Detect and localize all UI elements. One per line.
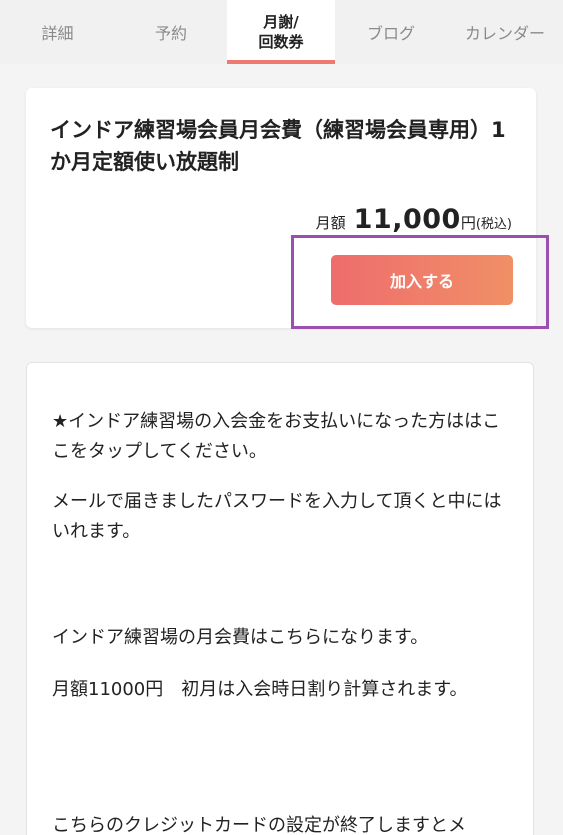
tab-calendar-label: カレンダー xyxy=(464,24,545,43)
plan-price: 月額 11,000 円 (税込) xyxy=(316,204,512,235)
tab-details[interactable]: 詳細 xyxy=(0,0,115,64)
tab-reservation[interactable]: 予約 xyxy=(115,0,227,64)
plan-title: インドア練習場会員月会費（練習場会員専用）1か月定額使い放題制 xyxy=(50,118,506,174)
tab-blog[interactable]: ブログ xyxy=(335,0,447,64)
description-paragraph-2: メールで届きましたパスワードを入力して頂くと中にはいれます。 xyxy=(52,491,502,542)
plan-card: インドア練習場会員月会費（練習場会員専用）1か月定額使い放題制 月額 11,00… xyxy=(26,88,536,328)
description-paragraph-4: 月額11000円 初月は入会時日割り計算されます。 xyxy=(52,679,468,700)
tab-monthly-tickets[interactable]: 月謝/ 回数券 xyxy=(227,0,335,64)
tab-details-label: 詳細 xyxy=(41,24,74,43)
price-unit: 円 xyxy=(460,214,476,232)
description-paragraph-3: インドア練習場の月会費はこちらになります。 xyxy=(52,627,429,648)
page: 詳細 予約 月謝/ 回数券 ブログ カレンダー インドア練習場会員月会費（練習場… xyxy=(0,0,563,835)
tab-bar: 詳細 予約 月謝/ 回数券 ブログ カレンダー xyxy=(0,0,563,64)
price-amount: 11,000 xyxy=(353,204,461,235)
price-tax: (税込) xyxy=(475,217,512,232)
tab-monthly-tickets-label-line2: 回数券 xyxy=(258,33,304,51)
price-prefix: 月額 xyxy=(315,214,346,232)
description-paragraph-5: こちらのクレジットカードの設定が終了しますとメ xyxy=(52,815,466,835)
tab-reservation-label: 予約 xyxy=(154,24,187,43)
tab-blog-label: ブログ xyxy=(366,24,415,43)
tab-monthly-tickets-label-line1: 月謝/ xyxy=(263,13,299,31)
description-card: ★インドア練習場の入会金をお支払いになった方ははここをタップしてください。 メー… xyxy=(26,362,534,835)
active-tab-indicator xyxy=(227,60,335,64)
tab-calendar[interactable]: カレンダー xyxy=(447,0,563,64)
join-button[interactable]: 加入する xyxy=(331,255,513,305)
description-paragraph-1: ★インドア練習場の入会金をお支払いになった方ははここをタップしてください。 xyxy=(52,411,501,462)
